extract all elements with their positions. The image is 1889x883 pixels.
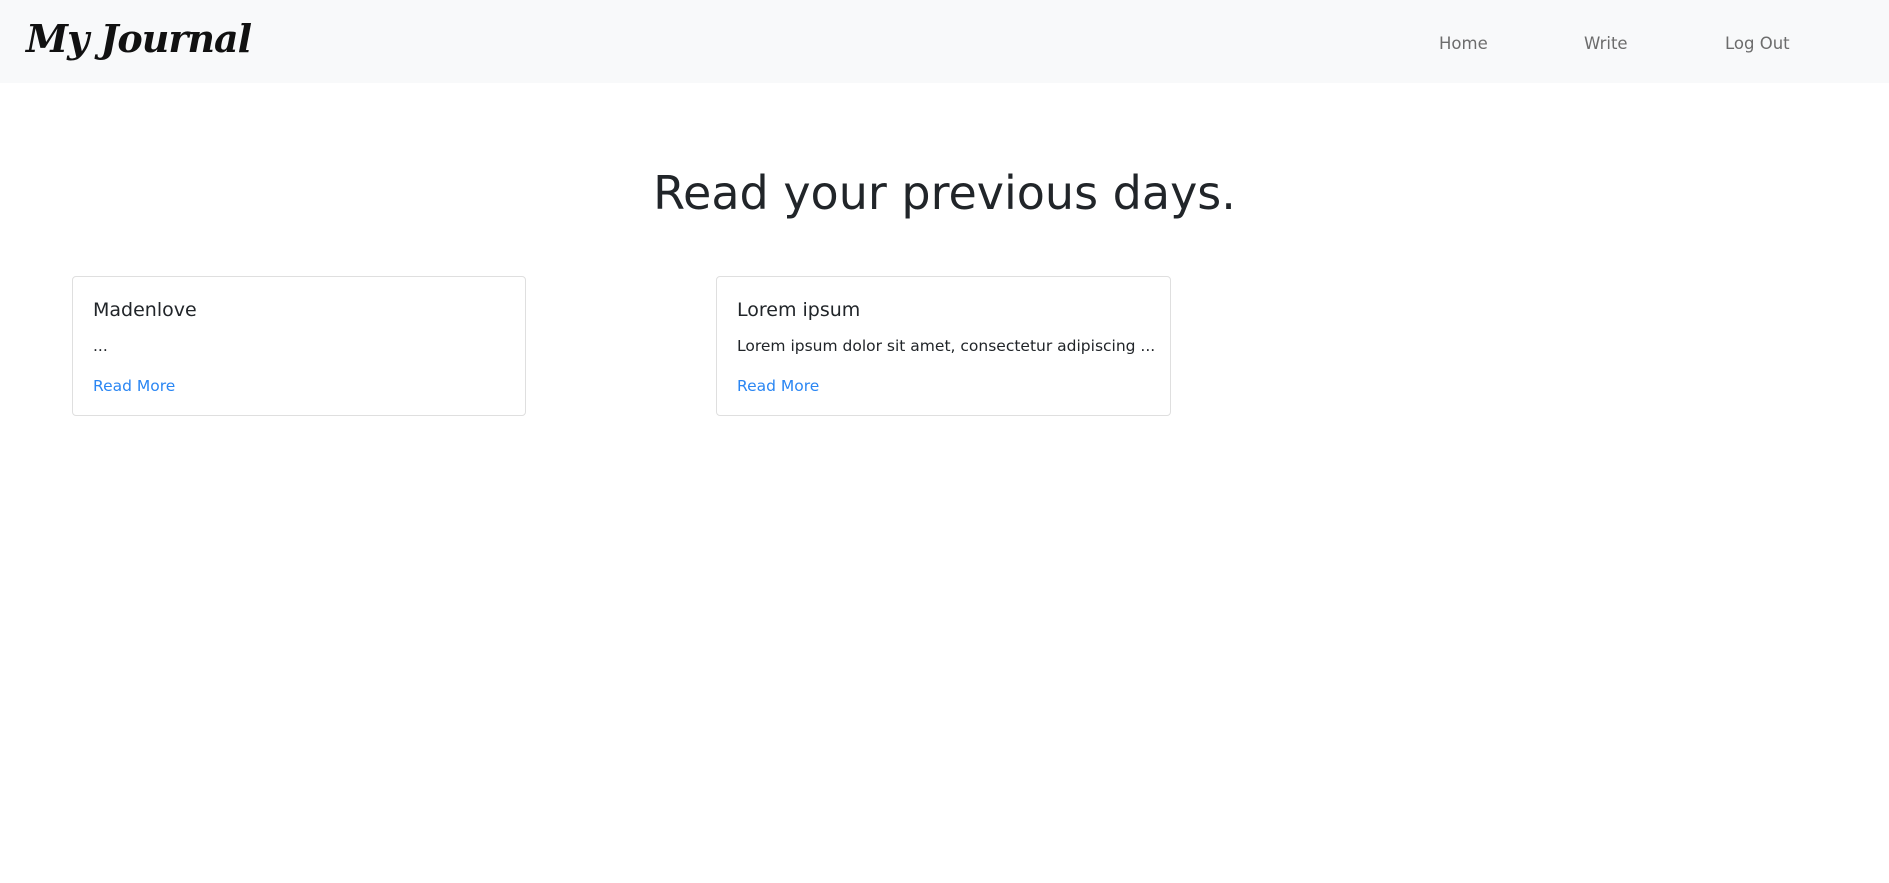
entry-title: Lorem ipsum — [737, 299, 861, 321]
brand-logo[interactable]: My Journal — [26, 14, 252, 64]
nav-link-write[interactable]: Write — [1584, 33, 1628, 55]
nav-link-home[interactable]: Home — [1439, 33, 1488, 55]
entry-title: Madenlove — [93, 299, 197, 321]
entry-excerpt: ... — [93, 337, 108, 355]
journal-entry-card: Lorem ipsum Lorem ipsum dolor sit amet, … — [716, 276, 1171, 416]
nav-link-log-out[interactable]: Log Out — [1725, 33, 1790, 55]
entry-excerpt: Lorem ipsum dolor sit amet, consectetur … — [737, 337, 1156, 355]
read-more-link[interactable]: Read More — [93, 375, 175, 397]
journal-entry-card: Madenlove ... Read More — [72, 276, 526, 416]
read-more-link[interactable]: Read More — [737, 375, 819, 397]
page-title: Read your previous days. — [653, 166, 1236, 220]
navbar: My Journal Home Write Log Out — [0, 0, 1889, 83]
